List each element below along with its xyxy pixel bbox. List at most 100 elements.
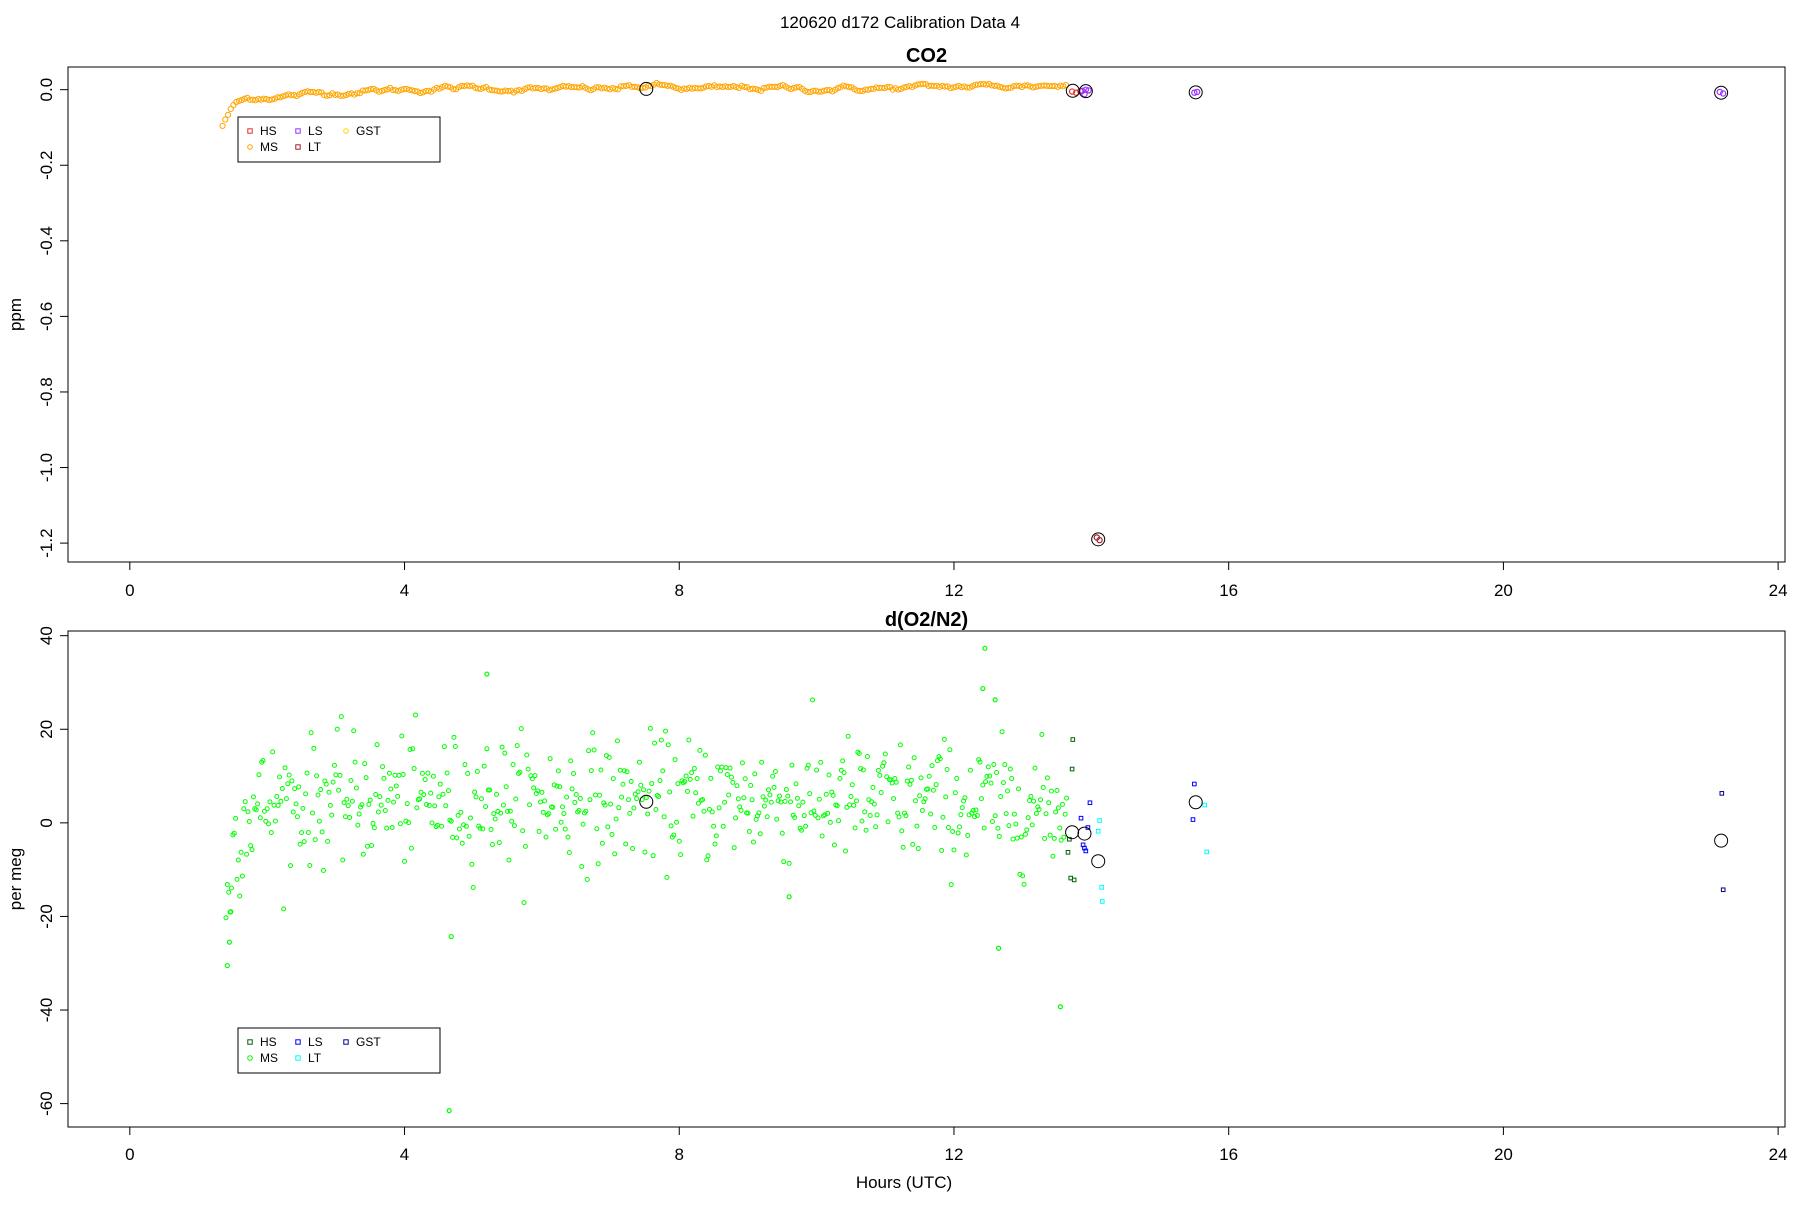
- data-point-ms: [608, 801, 614, 807]
- data-point-ms: [568, 758, 574, 764]
- data-point-ms: [558, 819, 564, 825]
- data-point-ms: [425, 770, 431, 776]
- data-point-ms: [301, 839, 307, 845]
- data-point-ms: [777, 793, 783, 799]
- data-point-ms: [446, 1108, 452, 1114]
- data-point-ms: [910, 841, 916, 847]
- data-point-ms: [439, 823, 445, 829]
- data-point-ms: [363, 775, 369, 781]
- data-point-ms: [499, 744, 505, 750]
- data-point-ms: [786, 894, 792, 900]
- data-point-ms: [945, 825, 951, 831]
- data-point-ms: [561, 811, 567, 817]
- data-point-ms: [380, 764, 386, 770]
- data-point-ms: [771, 784, 777, 790]
- data-point-ms: [731, 845, 737, 851]
- data-point-ms: [242, 799, 248, 805]
- data-point-ms: [617, 767, 623, 773]
- data-point-ms: [713, 833, 719, 839]
- data-point-ms: [356, 811, 362, 817]
- legend-label: MS: [260, 140, 278, 154]
- data-point-ms: [605, 824, 611, 830]
- data-point-ms: [345, 803, 351, 809]
- data-point-ms: [803, 823, 809, 829]
- data-point-ls: [1078, 815, 1084, 821]
- data-point-ms: [522, 843, 528, 849]
- x-tick-label: 4: [400, 581, 409, 600]
- data-point-ms: [947, 747, 953, 753]
- data-point-ms: [440, 791, 446, 797]
- data-point-ms: [327, 802, 333, 808]
- data-point-ms: [1057, 1004, 1064, 1010]
- x-tick-label: 0: [125, 1145, 134, 1164]
- x-tick-label: 24: [1769, 1145, 1788, 1164]
- data-point-ms: [223, 915, 229, 921]
- data-point-ms: [237, 893, 243, 899]
- data-point-ms: [766, 787, 772, 793]
- data-point-ms: [509, 818, 515, 824]
- data-point-ms: [226, 889, 232, 895]
- data-point-ms: [1009, 776, 1015, 782]
- x-tick-label: 16: [1219, 1145, 1238, 1164]
- legend-label: MS: [260, 1051, 278, 1065]
- x-tick-label: 4: [400, 1145, 409, 1164]
- data-point-ms: [304, 770, 310, 776]
- data-point-ms: [492, 816, 498, 822]
- data-point-ms: [1053, 809, 1059, 815]
- data-point-ms: [809, 697, 815, 703]
- data-point-ms: [956, 824, 962, 830]
- data-point-ms: [466, 833, 472, 839]
- data-point-ms: [271, 802, 277, 808]
- data-point-ms: [750, 839, 756, 845]
- data-point-ms: [362, 761, 368, 767]
- x-tick-label: 20: [1494, 581, 1513, 600]
- data-point-ms: [411, 766, 417, 772]
- data-point-ms: [371, 825, 377, 831]
- data-point-ms: [1002, 762, 1008, 768]
- data-point-ms: [238, 849, 244, 855]
- mean-marker: [1091, 854, 1106, 869]
- data-point-ms: [992, 697, 998, 703]
- data-point-ms: [657, 778, 663, 784]
- data-point-ms: [296, 784, 302, 790]
- data-point-ms: [694, 775, 700, 781]
- y-tick-label: -1.0: [37, 453, 56, 482]
- data-point-ms: [915, 845, 921, 851]
- data-point-ms: [319, 829, 325, 835]
- data-point-ms: [377, 794, 383, 800]
- data-point-ms: [347, 815, 353, 821]
- mean-marker: [1188, 795, 1203, 810]
- data-point-ms: [650, 853, 656, 859]
- data-point-ms: [667, 789, 673, 795]
- data-point-ms: [727, 765, 733, 771]
- data-layer: [223, 645, 1729, 1114]
- legend-label: LS: [308, 1035, 323, 1049]
- data-point-ms: [708, 775, 714, 781]
- data-point-ms: [848, 793, 854, 799]
- data-point-ms: [378, 802, 384, 808]
- data-point-ms: [1038, 797, 1044, 803]
- y-tick-label: -0.8: [37, 377, 56, 406]
- data-point-ms: [907, 781, 913, 787]
- y-tick-label: -20: [37, 904, 56, 929]
- data-point-ms: [779, 830, 785, 836]
- data-point-ms: [716, 805, 722, 811]
- data-point-ms: [584, 876, 590, 882]
- data-point-ms: [285, 781, 291, 787]
- legend: HS MS LS LT GST: [237, 116, 441, 163]
- data-point-ms: [678, 852, 684, 858]
- data-point-ms: [248, 843, 254, 849]
- data-point-ms: [950, 828, 956, 834]
- data-point-ms: [489, 842, 495, 848]
- data-point-ms: [616, 805, 622, 811]
- data-point-ms: [859, 818, 865, 824]
- data-point-ms: [374, 742, 380, 748]
- x-tick-label: 8: [675, 1145, 684, 1164]
- data-point-ms: [652, 740, 658, 746]
- data-point-ms: [852, 825, 858, 831]
- data-point-ms: [627, 810, 633, 816]
- data-point-ms: [494, 791, 500, 797]
- data-point-ms: [748, 782, 754, 788]
- data-point-ms: [849, 782, 855, 788]
- data-point-ms: [524, 752, 530, 758]
